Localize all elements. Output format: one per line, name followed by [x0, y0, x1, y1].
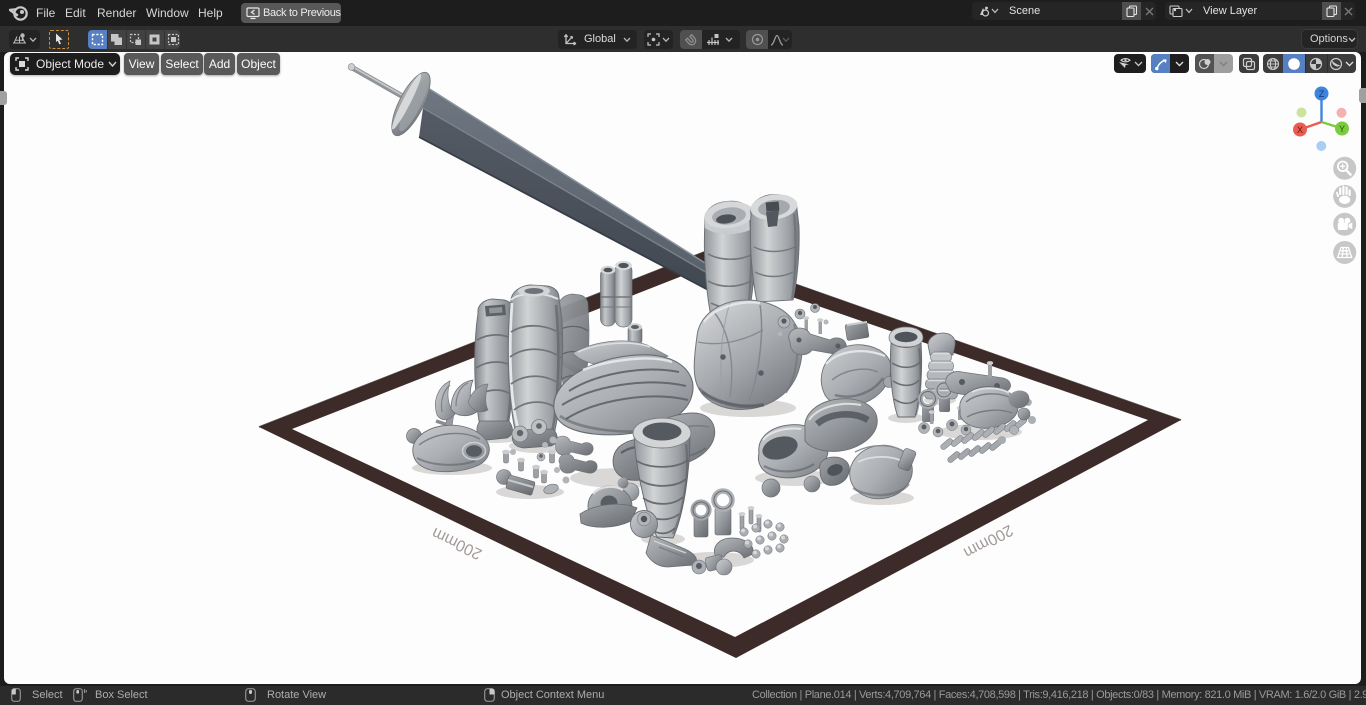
svg-text:Z: Z [1319, 89, 1325, 99]
svg-text:Y: Y [1339, 124, 1345, 134]
svg-text:X: X [1297, 125, 1303, 135]
